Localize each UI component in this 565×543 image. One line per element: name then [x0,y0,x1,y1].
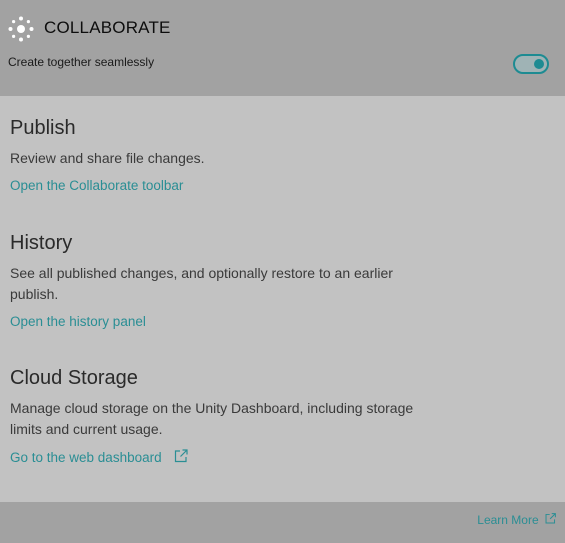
section-description: Manage cloud storage on the Unity Dashbo… [10,400,414,437]
section-heading: Cloud Storage [10,367,138,389]
open-history-panel-link[interactable]: Open the history panel [10,313,146,331]
cloud-storage-section: Cloud Storage Manage cloud storage on th… [10,366,430,467]
page-subtitle: Create together seamlessly [8,55,155,69]
history-section: History See all published changes, and o… [10,231,430,331]
learn-more-label: Learn More [477,513,539,527]
section-heading: History [10,232,73,254]
web-dashboard-link[interactable]: Go to the web dashboard [10,448,189,467]
publish-section: Publish Review and share file changes. O… [10,116,430,195]
open-collaborate-toolbar-link[interactable]: Open the Collaborate toolbar [10,177,183,195]
section-heading: Publish [10,117,76,139]
external-link-icon [175,449,188,463]
section-description: Review and share file changes. [10,150,205,166]
collaborate-icon [8,16,34,42]
toggle-knob [534,59,544,69]
content-panel: Publish Review and share file changes. O… [0,96,565,502]
footer: Learn More [0,502,565,543]
web-dashboard-link-label: Go to the web dashboard [10,450,162,465]
section-description: See all published changes, and optionall… [10,265,393,302]
learn-more-link[interactable]: Learn More [477,512,557,527]
page-title: COLLABORATE [44,18,171,37]
header: COLLABORATE Create together seamlessly [0,0,565,96]
collaborate-toggle[interactable] [513,54,549,74]
external-link-icon [545,513,556,524]
